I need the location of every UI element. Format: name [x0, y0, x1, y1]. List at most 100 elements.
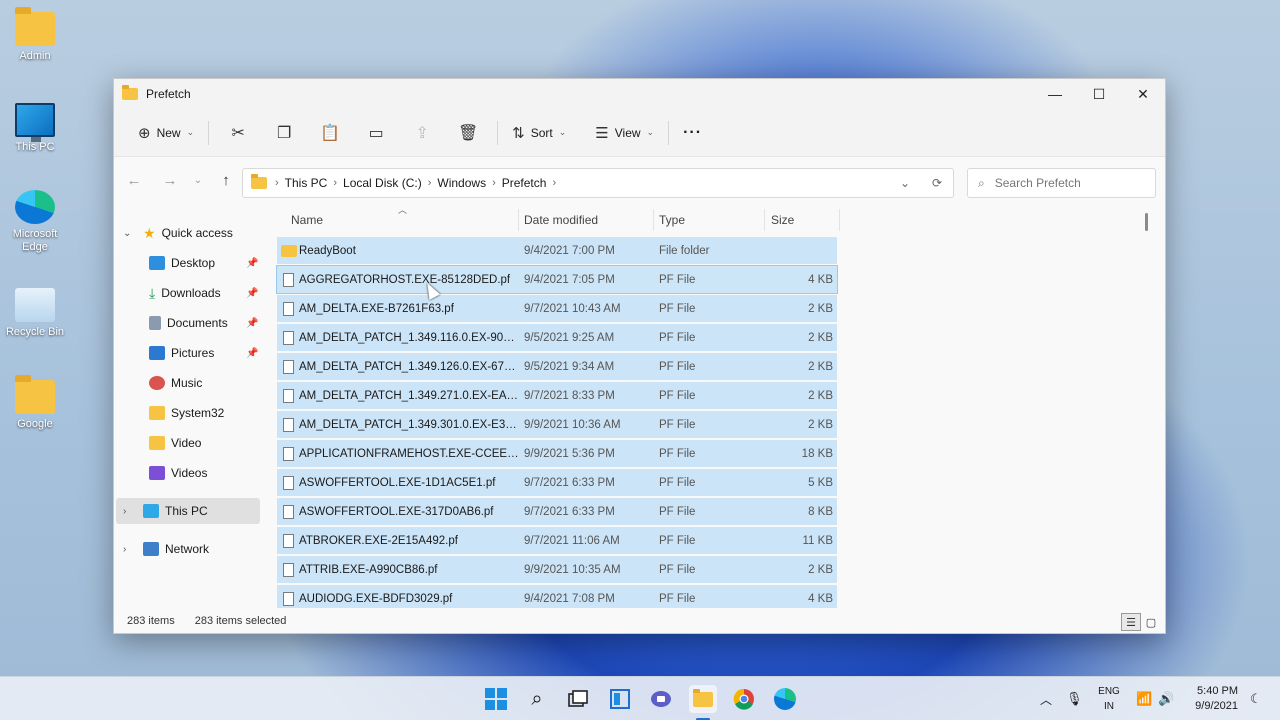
- volume-button[interactable]: 🔊: [1158, 677, 1174, 720]
- paste-button[interactable]: 📋: [307, 117, 353, 149]
- share-button[interactable]: ⇪: [399, 117, 445, 149]
- column-header-size[interactable]: Size: [771, 213, 794, 229]
- network-button[interactable]: 📶: [1136, 677, 1152, 720]
- tiles-view-button[interactable]: ▢: [1141, 613, 1161, 631]
- recent-locations-button[interactable]: ⌄: [188, 175, 208, 186]
- file-row[interactable]: ASWOFFERTOOL.EXE-1D1AC5E1.pf 9/7/2021 6:…: [277, 469, 837, 496]
- desktop-icon-recycle-bin[interactable]: Recycle Bin: [0, 288, 70, 338]
- desktop-icon-this-pc[interactable]: This PC: [0, 103, 70, 153]
- breadcrumb-this-pc[interactable]: This PC: [285, 176, 328, 190]
- file-date: 9/9/2021 5:36 PM: [524, 447, 615, 460]
- pin-icon[interactable]: 📌: [246, 258, 258, 269]
- clock[interactable]: 5:40 PM 9/9/2021: [1190, 684, 1238, 714]
- file-explorer-taskbar-button[interactable]: [689, 685, 717, 713]
- minimize-button[interactable]: —: [1033, 79, 1077, 109]
- copy-button[interactable]: ❐: [261, 117, 307, 149]
- task-view-button[interactable]: [564, 685, 592, 713]
- desktop-icon-label: Google: [17, 418, 53, 430]
- title-bar[interactable]: Prefetch — ☐ ✕: [114, 79, 1165, 109]
- more-options-button[interactable]: ···: [675, 117, 710, 149]
- copy-icon: ❐: [276, 124, 292, 142]
- edge-taskbar-button[interactable]: [771, 685, 799, 713]
- file-row[interactable]: APPLICATIONFRAMEHOST.EXE-CCEEF75... 9/9/…: [277, 440, 837, 467]
- search-input[interactable]: ⌕ Search Prefetch: [967, 168, 1156, 198]
- taskbar: ⌕ ︿ 🎙 ENG IN 📶 🔊 5:40 PM 9/9/2021 ☾: [0, 676, 1280, 720]
- nav-label: Downloads: [161, 286, 221, 300]
- file-row[interactable]: AM_DELTA_PATCH_1.349.301.0.EX-E3B16B... …: [277, 411, 837, 438]
- breadcrumb-windows[interactable]: Windows: [437, 176, 486, 190]
- file-row[interactable]: AM_DELTA_PATCH_1.349.271.0.EX-EAC9E... 9…: [277, 382, 837, 409]
- star-icon: ★: [143, 224, 156, 241]
- search-taskbar-button[interactable]: ⌕: [523, 685, 551, 713]
- language-indicator[interactable]: ENG IN: [1096, 684, 1122, 714]
- file-row[interactable]: ATTRIB.EXE-A990CB86.pf 9/9/2021 10:35 AM…: [277, 556, 837, 583]
- rename-button[interactable]: ▭: [353, 117, 399, 149]
- file-row[interactable]: AGGREGATORHOST.EXE-85128DED.pf 9/4/2021 …: [276, 265, 838, 294]
- view-button[interactable]: ☰ View ⌄: [587, 117, 662, 149]
- forward-button[interactable]: →: [152, 172, 188, 189]
- column-divider[interactable]: [518, 209, 519, 231]
- desktop-icon: [149, 256, 165, 270]
- new-button[interactable]: ⊕ New ⌄: [130, 117, 202, 149]
- file-row[interactable]: ReadyBoot 9/4/2021 7:00 PM File folder: [277, 237, 837, 264]
- column-header-date[interactable]: Date modified: [524, 213, 598, 229]
- teams-chat-button[interactable]: [647, 685, 675, 713]
- up-button[interactable]: ↑: [208, 172, 244, 189]
- nav-item-video[interactable]: Video: [149, 430, 201, 456]
- file-size: 4 KB: [808, 273, 833, 286]
- nav-this-pc[interactable]: › This PC: [123, 498, 208, 524]
- column-divider[interactable]: [764, 209, 765, 231]
- chrome-button[interactable]: [730, 685, 758, 713]
- pin-icon[interactable]: 📌: [246, 318, 258, 329]
- address-history-button[interactable]: ⌄: [889, 176, 921, 190]
- nav-quick-access[interactable]: ⌄ ★ Quick access: [123, 220, 233, 246]
- back-button[interactable]: ←: [116, 172, 152, 189]
- desktop-icon-google[interactable]: Google: [0, 375, 70, 430]
- cut-button[interactable]: ✂: [215, 117, 261, 149]
- breadcrumb-prefetch[interactable]: Prefetch: [502, 176, 547, 190]
- nav-item-videos[interactable]: Videos: [149, 460, 207, 486]
- close-button[interactable]: ✕: [1121, 79, 1165, 109]
- nav-item-system32[interactable]: System32: [149, 400, 224, 426]
- refresh-button[interactable]: ⟳: [921, 176, 953, 190]
- column-divider[interactable]: [839, 209, 840, 231]
- vertical-scrollbar[interactable]: [1145, 213, 1148, 231]
- file-row[interactable]: AUDIODG.EXE-BDFD3029.pf 9/4/2021 7:08 PM…: [277, 585, 837, 608]
- pin-icon[interactable]: 📌: [246, 288, 258, 299]
- chevron-right-icon: ›: [123, 505, 127, 517]
- widgets-button[interactable]: [606, 685, 634, 713]
- address-bar[interactable]: › This PC › Local Disk (C:) › Windows › …: [242, 168, 954, 198]
- notifications-button[interactable]: ☾: [1250, 677, 1262, 720]
- column-header-name[interactable]: Name: [291, 213, 323, 229]
- maximize-button[interactable]: ☐: [1077, 79, 1121, 109]
- file-name: AM_DELTA.EXE-B7261F63.pf: [299, 302, 454, 315]
- divider: [497, 120, 499, 145]
- sort-button[interactable]: ⇅ Sort ⌄: [504, 117, 574, 149]
- column-divider[interactable]: [653, 209, 654, 231]
- file-name: ATTRIB.EXE-A990CB86.pf: [299, 563, 438, 576]
- file-row[interactable]: AM_DELTA_PATCH_1.349.116.0.EX-908178... …: [277, 324, 837, 351]
- clock-date: 9/9/2021: [1195, 700, 1238, 712]
- details-view-button[interactable]: ☰: [1121, 613, 1141, 631]
- nav-item-music[interactable]: Music: [149, 370, 202, 396]
- desktop-icon-admin[interactable]: Admin: [0, 7, 70, 62]
- start-button[interactable]: [482, 685, 510, 713]
- file-row[interactable]: AM_DELTA.EXE-B7261F63.pf 9/7/2021 10:43 …: [277, 295, 837, 322]
- microphone-button[interactable]: 🎙: [1066, 677, 1083, 720]
- file-row[interactable]: ASWOFFERTOOL.EXE-317D0AB6.pf 9/7/2021 6:…: [277, 498, 837, 525]
- delete-button[interactable]: 🗑: [445, 117, 491, 149]
- chevron-right-icon: ›: [333, 177, 338, 189]
- nav-network[interactable]: › Network: [123, 536, 209, 562]
- show-hidden-icons-button[interactable]: ︿: [1040, 677, 1052, 720]
- column-header-type[interactable]: Type: [659, 213, 685, 229]
- file-row[interactable]: ATBROKER.EXE-2E15A492.pf 9/7/2021 11:06 …: [277, 527, 837, 554]
- pin-icon[interactable]: 📌: [246, 348, 258, 359]
- file-row[interactable]: AM_DELTA_PATCH_1.349.126.0.EX-67264A... …: [277, 353, 837, 380]
- nav-label: Network: [165, 542, 210, 556]
- desktop-icon-edge[interactable]: Microsoft Edge: [0, 190, 70, 254]
- breadcrumb-local-disk[interactable]: Local Disk (C:): [343, 176, 422, 190]
- folder-icon: [149, 406, 165, 420]
- divider: [668, 120, 670, 145]
- network-icon: [143, 542, 159, 556]
- file-icon: [283, 591, 294, 606]
